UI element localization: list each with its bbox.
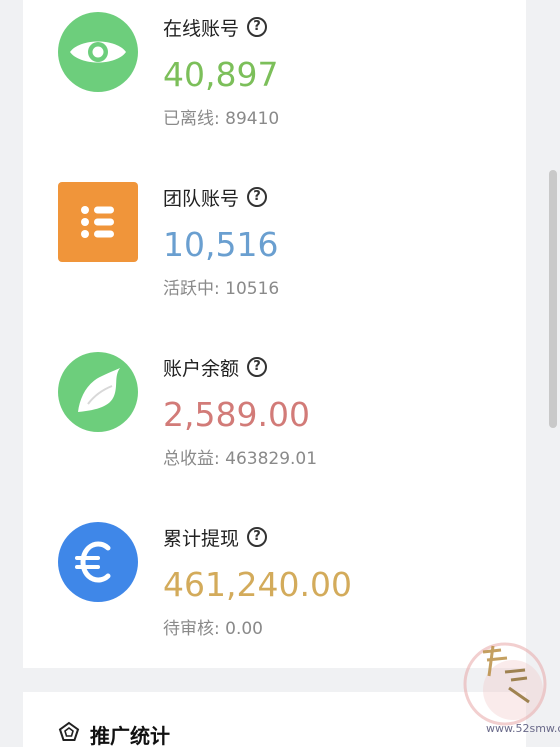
promo-stats-card: 推广统计 <box>23 692 526 747</box>
promo-stats-title: 推广统计 <box>90 724 170 747</box>
stat-online-accounts[interactable]: 在线账号 ? 40,897 已离线: 89410 <box>23 0 526 160</box>
help-icon[interactable]: ? <box>247 357 268 377</box>
scrollbar-thumb[interactable] <box>549 170 557 428</box>
eye-icon <box>58 12 138 92</box>
stat-title-label: 团队账号 <box>163 187 240 210</box>
bird-icon <box>58 352 138 432</box>
stat-value: 10,516 <box>163 225 279 264</box>
stat-account-balance[interactable]: 账户余额 ? 2,589.00 总收益: 463829.01 <box>23 340 526 500</box>
stat-total-withdrawn[interactable]: 累计提现 ? 461,240.00 待审核: 0.00 <box>23 510 526 670</box>
euro-icon <box>58 522 138 602</box>
pentagon-icon <box>58 721 80 747</box>
stat-title: 累计提现 ? <box>163 524 268 550</box>
stat-title-label: 账户余额 <box>163 357 240 380</box>
stat-subtext: 待审核: 0.00 <box>163 619 263 639</box>
watermark-text: www.52smw.cn <box>486 722 560 735</box>
stat-team-accounts[interactable]: 团队账号 ? 10,516 活跃中: 10516 <box>23 170 526 330</box>
help-icon[interactable]: ? <box>247 187 268 207</box>
stat-value: 461,240.00 <box>163 565 352 604</box>
stat-title: 团队账号 ? <box>163 184 268 210</box>
stat-value: 2,589.00 <box>163 395 310 434</box>
stat-title-label: 在线账号 <box>163 17 240 40</box>
stat-subtext: 总收益: 463829.01 <box>163 449 318 469</box>
stat-subtext: 活跃中: 10516 <box>163 279 280 299</box>
stat-title-label: 累计提现 <box>163 527 240 550</box>
stat-title: 账户余额 ? <box>163 354 268 380</box>
help-icon[interactable]: ? <box>247 527 268 547</box>
promo-stats-header[interactable]: 推广统计 <box>58 720 170 747</box>
help-icon[interactable]: ? <box>247 17 268 37</box>
list-icon <box>58 182 138 262</box>
stat-value: 40,897 <box>163 55 279 94</box>
stats-card: 在线账号 ? 40,897 已离线: 89410 团队账号 ? 10,516 活… <box>23 0 526 668</box>
stat-title: 在线账号 ? <box>163 14 268 40</box>
stat-subtext: 已离线: 89410 <box>163 109 280 129</box>
